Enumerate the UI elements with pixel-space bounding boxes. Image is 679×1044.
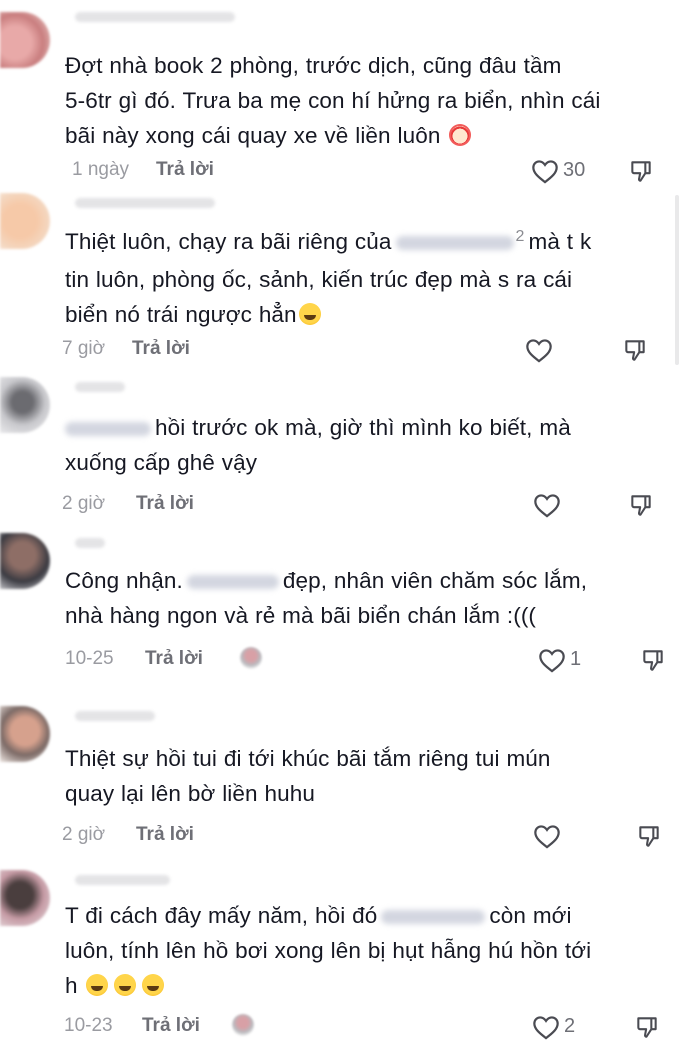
comment-line: 5-6tr gì đó. Trưa ba mẹ con hí hửng ra b… bbox=[65, 88, 601, 113]
comment-meta: 1 ngày Trả lời 30 bbox=[62, 156, 662, 184]
avatar[interactable] bbox=[0, 377, 50, 433]
thumbs-down-icon[interactable] bbox=[628, 492, 654, 518]
comment-time: 10-25 bbox=[65, 648, 114, 669]
avatar[interactable] bbox=[0, 533, 50, 589]
heart-icon[interactable] bbox=[533, 492, 561, 518]
grinning-sweat-emoji bbox=[298, 303, 321, 325]
avatar[interactable] bbox=[0, 193, 50, 249]
username[interactable] bbox=[75, 12, 235, 22]
comment-line: Đợt nhà book 2 phòng, trước dịch, cũng đ… bbox=[65, 53, 562, 78]
reply-button[interactable]: Trả lời bbox=[132, 338, 190, 360]
heart-icon[interactable] bbox=[531, 158, 559, 184]
blurred-name bbox=[186, 575, 279, 590]
avatar[interactable] bbox=[0, 706, 50, 762]
username[interactable] bbox=[75, 382, 125, 392]
blurred-name bbox=[395, 236, 514, 251]
comment-line: biển nó trái ngược hẳn bbox=[65, 302, 297, 327]
reply-button[interactable]: Trả lời bbox=[136, 824, 194, 846]
comment-line: hồi trước ok mà, giờ thì mình ko biết, m… bbox=[155, 415, 571, 440]
avatar[interactable] bbox=[0, 870, 50, 926]
comment-text: T đi cách đây mấy năm, hồi đó còn mới luô… bbox=[65, 898, 665, 1003]
username[interactable] bbox=[75, 875, 170, 885]
face-with-tears-of-joy-emoji bbox=[142, 974, 165, 996]
comment-line: T đi cách đây mấy năm, hồi đó bbox=[65, 903, 378, 928]
creator-liked-avatar bbox=[232, 1014, 254, 1036]
comment-line: luôn, tính lên hồ bơi xong lên bị hụt hẫ… bbox=[65, 938, 592, 963]
comment-line: nhà hàng ngon và rẻ mà bãi biển chán lắm… bbox=[65, 603, 537, 628]
comment-time: 2 giờ bbox=[62, 493, 106, 514]
thumbs-down-icon[interactable] bbox=[634, 1014, 660, 1040]
scrollbar[interactable] bbox=[675, 195, 679, 365]
comment-line: Thiệt sự hồi tui đi tới khúc bãi tắm riê… bbox=[65, 746, 551, 771]
heart-icon[interactable] bbox=[532, 1014, 560, 1040]
comment-line: bãi này xong cái quay xe về liền luôn bbox=[65, 123, 441, 148]
comment-time: 10-23 bbox=[64, 1015, 113, 1036]
reply-button[interactable]: Trả lời bbox=[142, 1015, 200, 1037]
creator-liked-avatar bbox=[240, 647, 262, 669]
comment-text: Đợt nhà book 2 phòng, trước dịch, cũng đ… bbox=[65, 48, 665, 153]
comment-line: đẹp, nhân viên chăm sóc lắm, bbox=[282, 568, 588, 593]
username[interactable] bbox=[75, 538, 105, 548]
clown-face-emoji bbox=[449, 124, 472, 146]
thumbs-down-icon[interactable] bbox=[636, 823, 662, 849]
thumbs-down-icon[interactable] bbox=[622, 337, 648, 363]
comment-line: h bbox=[65, 973, 78, 998]
comment-text: Công nhận. đẹp, nhân viên chăm sóc lắm, n… bbox=[65, 563, 665, 633]
like-count: 1 bbox=[570, 648, 582, 670]
comment-meta: 2 giờ Trả lời bbox=[62, 821, 662, 849]
reply-button[interactable]: Trả lời bbox=[136, 493, 194, 515]
comment-line: mà t k bbox=[528, 229, 592, 254]
comment-line: tin luôn, phòng ốc, sảnh, kiến trúc đẹp … bbox=[65, 267, 573, 292]
like-count: 30 bbox=[563, 159, 586, 181]
reply-button[interactable]: Trả lời bbox=[156, 159, 214, 181]
username[interactable] bbox=[75, 198, 215, 208]
comment-text: Thiệt sự hồi tui đi tới khúc bãi tắm riê… bbox=[65, 741, 665, 811]
comment-time: 2 giờ bbox=[62, 824, 106, 845]
heart-icon[interactable] bbox=[533, 823, 561, 849]
comment-line: còn mới bbox=[489, 903, 572, 928]
thumbs-down-icon[interactable] bbox=[628, 158, 654, 184]
avatar[interactable] bbox=[0, 12, 50, 68]
heart-icon[interactable] bbox=[525, 337, 553, 363]
comment-line: xuống cấp ghê vậy bbox=[65, 450, 258, 475]
comment-text: hồi trước ok mà, giờ thì mình ko biết, m… bbox=[65, 410, 665, 480]
comment-time: 7 giờ bbox=[62, 338, 106, 359]
heart-icon[interactable] bbox=[538, 647, 566, 673]
comment-text: Thiệt luôn, chạy ra bãi riêng của 2 mà t k… bbox=[65, 224, 665, 332]
comment-meta: 2 giờ Trả lời bbox=[62, 490, 662, 518]
comment-line: quay lại lên bờ liền huhu bbox=[65, 781, 315, 806]
username[interactable] bbox=[75, 711, 155, 721]
reply-button[interactable]: Trả lời bbox=[145, 648, 203, 670]
like-count: 2 bbox=[564, 1015, 576, 1037]
comment-line: Công nhận. bbox=[65, 568, 183, 593]
face-with-tears-of-joy-emoji bbox=[86, 974, 109, 996]
comment-meta: 10-25 Trả lời 1 bbox=[62, 645, 663, 673]
face-with-tears-of-joy-emoji bbox=[114, 974, 137, 996]
comment-line: Thiệt luôn, chạy ra bãi riêng của bbox=[65, 229, 392, 254]
comment-meta: 10-23 Trả lời 2 bbox=[62, 1012, 662, 1040]
reply-count: 2 bbox=[515, 228, 525, 245]
thumbs-down-icon[interactable] bbox=[640, 647, 666, 673]
blurred-name bbox=[65, 422, 151, 437]
comment-time: 1 ngày bbox=[72, 159, 130, 180]
blurred-name bbox=[381, 910, 486, 925]
comment-meta: 7 giờ Trả lời bbox=[62, 335, 662, 363]
